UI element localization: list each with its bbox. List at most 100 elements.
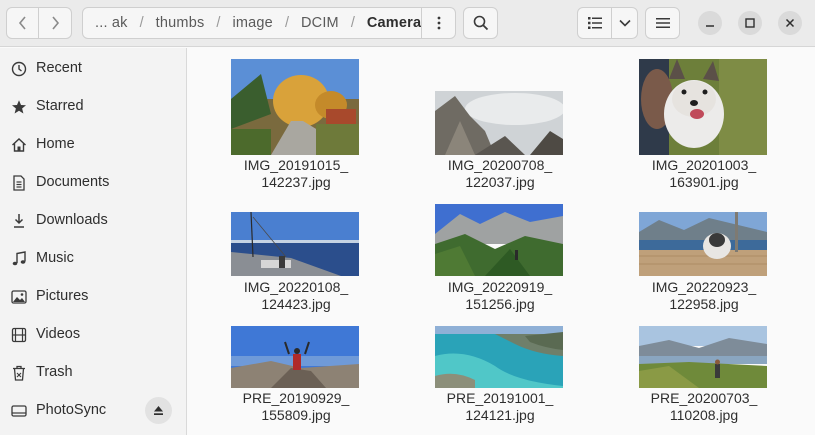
thumbnail xyxy=(435,91,563,155)
breadcrumb-separator: / xyxy=(350,15,355,31)
sidebar-item-videos[interactable]: Videos xyxy=(0,317,186,353)
file-item[interactable]: IMG_20201003_ 163901.jpg xyxy=(617,58,767,198)
sidebar-item-home[interactable]: Home xyxy=(0,127,186,163)
file-grid: IMG_20191015_ 142237.jpg IMG_20200708_ 1… xyxy=(188,48,815,435)
chevron-down-icon xyxy=(618,19,631,27)
sidebar-item-label: Documents xyxy=(36,174,110,190)
sidebar-item-label: PhotoSync xyxy=(36,402,107,418)
sidebar-item-documents[interactable]: Documents xyxy=(0,165,186,201)
breadcrumb-separator: / xyxy=(216,15,221,31)
thumbnail xyxy=(231,59,359,155)
sidebar-item-label: Pictures xyxy=(36,288,89,304)
maximize-button[interactable] xyxy=(738,11,762,35)
file-item[interactable]: PRE_20190929_ 155809.jpg xyxy=(209,318,359,433)
sidebar-item-pictures[interactable]: Pictures xyxy=(0,279,186,315)
sidebar-item-label: Home xyxy=(36,136,75,152)
file-name-line: 142237.jpg xyxy=(261,174,331,190)
file-name-line: PRE_20190929_ xyxy=(242,390,350,406)
path-menu-button[interactable] xyxy=(421,7,455,39)
file-item[interactable]: PRE_20200703_ 110208.jpg xyxy=(617,318,767,433)
file-name-line: IMG_20220923_ xyxy=(651,279,757,295)
file-item[interactable]: IMG_20200708_ 122037.jpg xyxy=(413,58,563,198)
sidebar-item-downloads[interactable]: Downloads xyxy=(0,203,186,239)
file-item[interactable]: IMG_20191015_ 142237.jpg xyxy=(209,58,359,198)
file-name: IMG_20220919_ 151256.jpg xyxy=(413,279,587,313)
sidebar-item-label: Music xyxy=(36,250,74,266)
picture-icon xyxy=(11,290,27,304)
file-name: IMG_20220108_ 124423.jpg xyxy=(209,279,383,313)
file-name: IMG_20200708_ 122037.jpg xyxy=(413,157,587,191)
file-name-line: IMG_20201003_ xyxy=(651,157,757,173)
document-icon xyxy=(13,175,25,191)
sidebar-item-starred[interactable]: Starred xyxy=(0,89,186,125)
maximize-icon xyxy=(745,18,755,28)
file-name-line: IMG_20220919_ xyxy=(447,279,553,295)
breadcrumb-item[interactable]: image xyxy=(230,15,275,31)
file-item[interactable]: IMG_20220923_ 122958.jpg xyxy=(617,204,767,316)
breadcrumb-current[interactable]: Camera xyxy=(365,15,423,31)
file-name: PRE_20190929_ 155809.jpg xyxy=(209,390,383,424)
file-name-line: 155809.jpg xyxy=(261,407,331,423)
file-name: IMG_20201003_ 163901.jpg xyxy=(617,157,791,191)
vertical-ellipsis-icon xyxy=(437,16,440,30)
forward-button[interactable] xyxy=(39,7,72,39)
film-icon xyxy=(11,327,27,343)
file-name-line: 163901.jpg xyxy=(669,174,739,190)
search-button[interactable] xyxy=(463,7,498,39)
file-name-line: 124423.jpg xyxy=(261,296,331,312)
file-name-line: PRE_20200703_ xyxy=(650,390,758,406)
star-icon xyxy=(12,100,26,114)
breadcrumb: ... ak / thumbs / image / DCIM / Camera xyxy=(82,7,456,39)
view-options-dropdown[interactable] xyxy=(611,7,638,39)
sidebar-item-recent[interactable]: Recent xyxy=(0,51,186,87)
hamburger-menu-icon xyxy=(655,18,670,28)
thumbnail xyxy=(231,326,359,388)
list-view-icon xyxy=(587,17,602,29)
main-menu-button[interactable] xyxy=(645,7,680,39)
trash-icon xyxy=(13,365,25,381)
sidebar-item-photosync[interactable]: PhotoSync xyxy=(0,393,186,429)
eject-icon xyxy=(154,406,163,415)
thumbnail xyxy=(231,212,359,276)
file-item[interactable]: PRE_20191001_ 124121.jpg xyxy=(413,318,563,433)
file-name: PRE_20191001_ 124121.jpg xyxy=(413,390,587,424)
thumbnail xyxy=(435,204,563,276)
back-button[interactable] xyxy=(6,7,39,39)
sidebar-item-music[interactable]: Music xyxy=(0,241,186,277)
close-button[interactable] xyxy=(778,11,802,35)
file-name-line: IMG_20191015_ xyxy=(243,157,349,173)
chevron-left-icon xyxy=(18,16,26,30)
music-note-icon xyxy=(12,251,26,266)
file-name: IMG_20191015_ 142237.jpg xyxy=(209,157,383,191)
minimize-button[interactable] xyxy=(698,11,722,35)
breadcrumb-separator: / xyxy=(139,15,144,31)
breadcrumb-item[interactable]: DCIM xyxy=(299,15,341,31)
sidebar-item-label: Videos xyxy=(36,326,81,342)
thumbnail xyxy=(435,326,563,388)
file-item[interactable]: IMG_20220108_ 124423.jpg xyxy=(209,204,359,316)
sidebar-item-trash[interactable]: Trash xyxy=(0,355,186,391)
chevron-right-icon xyxy=(52,16,60,30)
file-name: IMG_20220923_ 122958.jpg xyxy=(617,279,791,313)
thumbnail xyxy=(639,59,767,155)
file-name-line: 122037.jpg xyxy=(465,174,535,190)
sidebar: Recent Starred Home Documents Downloads xyxy=(0,48,187,435)
download-icon xyxy=(14,214,24,228)
file-name-line: 124121.jpg xyxy=(465,407,535,423)
clock-icon xyxy=(11,61,27,77)
file-name-line: IMG_20220108_ xyxy=(243,279,349,295)
file-name-line: 110208.jpg xyxy=(669,407,739,423)
file-item[interactable]: IMG_20220919_ 151256.jpg xyxy=(413,204,563,316)
drive-icon xyxy=(11,405,27,417)
file-name-line: PRE_20191001_ xyxy=(446,390,554,406)
thumbnail xyxy=(639,212,767,276)
sidebar-item-label: Starred xyxy=(36,98,84,114)
breadcrumb-item[interactable]: ... ak xyxy=(93,15,130,31)
file-name-line: 122958.jpg xyxy=(669,296,739,312)
eject-button[interactable] xyxy=(145,397,172,424)
view-mode-button[interactable] xyxy=(577,7,612,39)
sidebar-item-label: Recent xyxy=(36,60,82,76)
search-icon xyxy=(473,15,488,31)
thumbnail xyxy=(639,326,767,388)
breadcrumb-item[interactable]: thumbs xyxy=(154,15,207,31)
